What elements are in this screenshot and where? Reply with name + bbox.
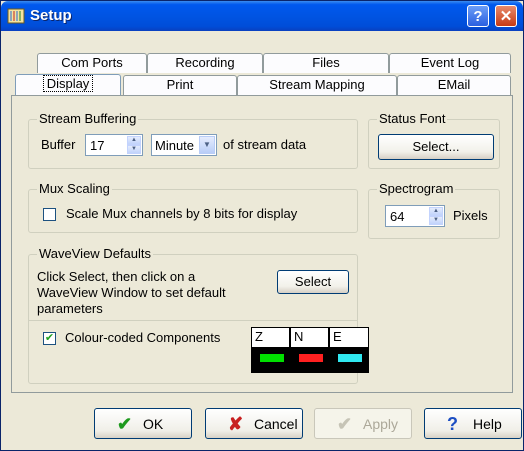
apply-label: Apply (363, 416, 399, 432)
buffer-spinner[interactable]: 17 ▲ ▼ (85, 134, 143, 156)
buffer-unit-select[interactable]: Minute ▼ (151, 134, 217, 156)
buffer-value: 17 (90, 138, 105, 153)
scale-mux-label: Scale Mux channels by 8 bits for display (66, 206, 298, 221)
spectrogram-legend: Spectrogram (377, 181, 456, 196)
spin-down-icon[interactable]: ▼ (127, 145, 141, 154)
waveview-select-button[interactable]: Select (277, 270, 349, 294)
colour-row: ✔ Colour-coded Components Z N E (29, 327, 369, 379)
waveview-instructions-line3: parameters (37, 301, 103, 316)
stream-buffering-legend: Stream Buffering (37, 111, 139, 126)
cancel-label: Cancel (254, 416, 298, 432)
status-font-group: Status Font Select... (368, 111, 500, 169)
buffer-spin-arrows[interactable]: ▲ ▼ (127, 136, 141, 154)
tab-label: Files (312, 55, 340, 70)
setup-dialog: Setup ? ✕ Com Ports Recording Files Even… (0, 0, 524, 451)
tab-label: Recording (175, 55, 235, 70)
cancel-button[interactable]: ✘ Cancel (205, 408, 303, 439)
apply-button[interactable]: ✔ Apply (314, 408, 412, 439)
component-colour-swatch (299, 354, 323, 362)
tab-recording[interactable]: Recording (147, 53, 263, 73)
component-n: N (291, 328, 329, 372)
tab-display[interactable]: Display (15, 74, 121, 96)
colour-coded-label: Colour-coded Components (65, 330, 221, 345)
status-font-select-label: Select... (412, 139, 460, 154)
tab-label: Com Ports (61, 55, 123, 70)
spectrogram-group: Spectrogram 64 ▲ ▼ Pixels (368, 181, 500, 239)
checkmark-icon: ✔ (337, 414, 353, 434)
spectrogram-value: 64 (390, 209, 405, 224)
status-font-select-button[interactable]: Select... (378, 134, 494, 160)
component-letter: N (291, 328, 329, 347)
question-icon: ? (473, 8, 483, 25)
display-tab-panel: Stream Buffering Buffer 17 ▲ ▼ Minute ▼ … (11, 95, 513, 393)
spin-down-icon[interactable]: ▼ (429, 216, 443, 225)
colour-coded-checkbox[interactable]: ✔ (43, 332, 56, 345)
tab-email[interactable]: EMail (397, 75, 511, 95)
title-help-button[interactable]: ? (467, 5, 489, 27)
buffer-unit-value: Minute (155, 138, 195, 153)
app-icon (7, 8, 25, 24)
title-bar[interactable]: Setup ? ✕ (1, 1, 523, 31)
help-button[interactable]: ? Help (424, 408, 522, 439)
spectrogram-spin-arrows[interactable]: ▲ ▼ (429, 207, 443, 225)
checkmark-icon: ✔ (117, 414, 133, 434)
waveview-defaults-group: WaveView Defaults Click Select, then cli… (28, 246, 369, 384)
spin-up-icon[interactable]: ▲ (127, 136, 141, 145)
close-button[interactable]: ✕ (495, 5, 517, 27)
tab-files[interactable]: Files (263, 53, 389, 73)
tab-label: Event Log (420, 55, 480, 70)
close-icon: ✕ (499, 8, 513, 25)
divider (29, 320, 357, 321)
question-icon: ? (447, 414, 458, 434)
tab-label: Display (42, 75, 94, 92)
buffer-suffix-label: of stream data (223, 137, 307, 152)
check-icon: ✔ (44, 332, 55, 344)
mux-scaling-legend: Mux Scaling (37, 181, 112, 196)
waveview-instructions-line2: WaveView Window to set default (37, 285, 226, 300)
spin-up-icon[interactable]: ▲ (429, 207, 443, 216)
tab-print[interactable]: Print (123, 75, 237, 95)
buffer-label: Buffer (41, 137, 76, 152)
chevron-down-icon[interactable]: ▼ (199, 136, 215, 154)
tab-label: Stream Mapping (269, 77, 365, 92)
tab-event-log[interactable]: Event Log (389, 53, 511, 73)
component-colour-legend: Z N E (251, 327, 369, 373)
component-e: E (330, 328, 368, 372)
tab-label: Print (166, 77, 194, 92)
stream-buffering-group: Stream Buffering Buffer 17 ▲ ▼ Minute ▼ … (28, 111, 358, 169)
tab-stream-mapping[interactable]: Stream Mapping (237, 75, 397, 95)
scale-mux-checkbox[interactable] (43, 208, 56, 221)
ok-label: OK (143, 416, 164, 432)
status-font-legend: Status Font (377, 111, 448, 126)
waveview-instructions-line1: Click Select, then click on a (37, 269, 196, 284)
tab-com-ports[interactable]: Com Ports (37, 53, 147, 73)
mux-scaling-group: Mux Scaling Scale Mux channels by 8 bits… (28, 181, 358, 233)
waveview-legend: WaveView Defaults (37, 246, 153, 261)
component-z: Z (252, 328, 290, 372)
component-letter: Z (252, 328, 290, 347)
tab-label: EMail (437, 77, 471, 92)
spectrogram-spinner[interactable]: 64 ▲ ▼ (385, 205, 445, 227)
waveview-select-label: Select (294, 274, 332, 289)
ok-button[interactable]: ✔ OK (94, 408, 192, 439)
component-letter: E (330, 328, 368, 347)
window-title: Setup (30, 7, 72, 24)
component-colour-swatch (260, 354, 284, 362)
component-colour-swatch (338, 354, 362, 362)
help-label: Help (473, 416, 502, 432)
spectrogram-unit: Pixels (453, 208, 488, 223)
cross-icon: ✘ (228, 414, 244, 434)
